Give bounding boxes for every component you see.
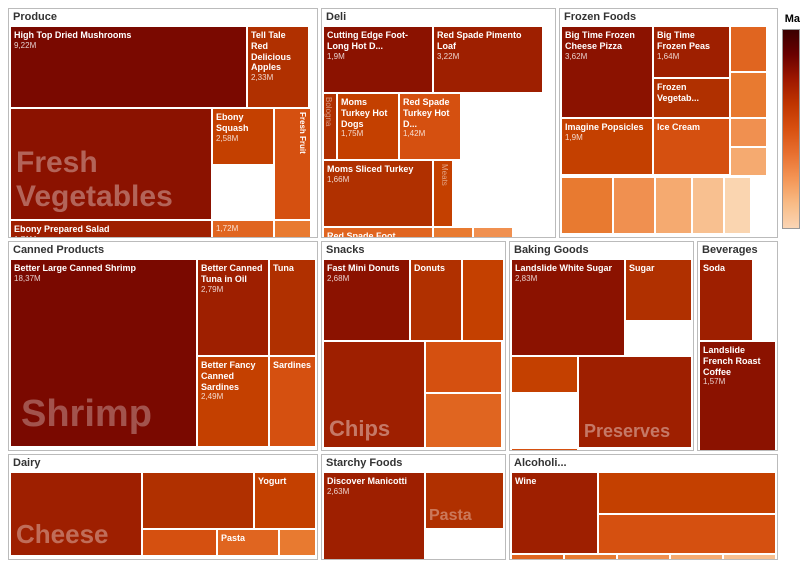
preserves-text: Preserves bbox=[584, 421, 670, 442]
tile-sardines-label[interactable]: Sardines bbox=[270, 357, 315, 446]
shrimp-text: Shrimp bbox=[21, 393, 152, 436]
tile-squash[interactable]: Ebony Squash 2,58M bbox=[213, 109, 273, 164]
section-snacks: Snacks Fast Mini Donuts 2,68M Donuts Chi… bbox=[321, 241, 506, 451]
dairy-title: Dairy bbox=[9, 455, 317, 471]
tile-meats[interactable]: Meats bbox=[434, 161, 452, 226]
tile-frozen-peas[interactable]: Big Time Frozen Peas 1,64M bbox=[654, 27, 729, 77]
tile-frozen-s5[interactable] bbox=[725, 178, 750, 233]
tile-frozen-tiny1[interactable] bbox=[731, 119, 766, 146]
baking-title: Baking Goods bbox=[510, 242, 693, 258]
tile-produce-extra[interactable]: 1,72M bbox=[213, 221, 273, 238]
frozen-title: Frozen Foods bbox=[560, 9, 777, 25]
tile-alc-t1[interactable] bbox=[512, 555, 563, 560]
section-produce: Produce High Top Dried Mushrooms 9,22M T… bbox=[8, 8, 318, 238]
tile-coffee[interactable]: Landslide French Roast Coffee 1,57M bbox=[700, 342, 775, 451]
legend-title: Margin bbox=[785, 13, 800, 25]
cheese-text: Cheese bbox=[16, 519, 109, 550]
tile-alc-s1[interactable] bbox=[599, 473, 775, 513]
section-baking: Baking Goods Landslide White Sugar 2,83M… bbox=[509, 241, 694, 451]
tile-starchy-pasta[interactable]: Pasta bbox=[426, 473, 503, 528]
row-1: Produce High Top Dried Mushrooms 9,22M T… bbox=[8, 8, 778, 238]
tile-deli-small2[interactable] bbox=[474, 228, 512, 238]
beverages-title: Beverages bbox=[698, 242, 777, 258]
tile-tuna-oil[interactable]: Better Canned Tuna in Oil 2,79M bbox=[198, 260, 268, 355]
section-canned: Canned Products Better Large Canned Shri… bbox=[8, 241, 318, 451]
tile-mushrooms[interactable]: High Top Dried Mushrooms 9,22M bbox=[11, 27, 246, 107]
tile-sliced-turkey[interactable]: Moms Sliced Turkey 1,66M bbox=[324, 161, 432, 226]
legend-gradient-bar bbox=[782, 29, 800, 229]
tile-alc-t4[interactable] bbox=[671, 555, 722, 560]
tile-frozen-veg[interactable]: Frozen Vegetab... bbox=[654, 79, 729, 117]
tile-alc-t5[interactable] bbox=[724, 555, 775, 560]
tile-frozen-s2[interactable] bbox=[614, 178, 654, 233]
fresh-vegetables-text: Fresh Vegetables bbox=[16, 146, 211, 214]
tile-popsicles[interactable]: Imagine Popsicles 1,9M bbox=[562, 119, 652, 174]
tile-redspade-foot[interactable]: Red Spade Foot... 1,35M bbox=[324, 228, 432, 238]
tile-produce-small[interactable] bbox=[275, 221, 310, 238]
section-dairy: Dairy Cheese Yogurt bbox=[8, 454, 318, 560]
section-beverages: Beverages Soda Landslide French Roast Co… bbox=[697, 241, 778, 451]
tile-snacks-small[interactable] bbox=[463, 260, 503, 340]
chart-area: Produce High Top Dried Mushrooms 9,22M T… bbox=[8, 8, 778, 560]
tile-cheese[interactable]: Cheese bbox=[11, 473, 141, 555]
tile-prepared-salad[interactable]: Ebony Prepared Salad 1,71M bbox=[11, 221, 211, 238]
tile-dairy-pasta[interactable]: Pasta bbox=[218, 530, 278, 555]
section-alcoholic: Alcoholi... Wine bbox=[509, 454, 778, 560]
tile-shrimp[interactable]: Better Large Canned Shrimp 18,37M Shrimp bbox=[11, 260, 196, 446]
tile-soda[interactable]: Soda bbox=[700, 260, 752, 340]
tile-mini-donuts[interactable]: Fast Mini Donuts 2,68M bbox=[324, 260, 409, 340]
tile-frozen-s1[interactable] bbox=[562, 178, 612, 233]
tile-snacks-s2[interactable] bbox=[426, 394, 501, 447]
tile-dairy-s3[interactable] bbox=[280, 530, 315, 555]
canned-title: Canned Products bbox=[9, 242, 317, 258]
legend: Margin 1 -0,69 bbox=[782, 8, 800, 560]
tile-snacks-s1[interactable] bbox=[426, 342, 501, 392]
chips-text: Chips bbox=[329, 416, 390, 442]
section-frozen: Frozen Foods Big Time Frozen Cheese Pizz… bbox=[559, 8, 778, 238]
tile-preserves[interactable]: Preserves bbox=[579, 357, 691, 447]
tile-sugar-label[interactable]: Sugar bbox=[626, 260, 691, 320]
tile-dairy-s1[interactable] bbox=[143, 473, 253, 528]
tile-deli-small1[interactable] bbox=[434, 228, 472, 238]
tile-tuna[interactable]: Tuna bbox=[270, 260, 315, 355]
tile-yogurt[interactable]: Yogurt bbox=[255, 473, 315, 528]
tile-frozen-tiny2[interactable] bbox=[731, 148, 766, 175]
tile-frozen-small2[interactable] bbox=[731, 73, 766, 117]
tile-apples[interactable]: Tell Tale Red Delicious Apples 2,33M bbox=[248, 27, 308, 107]
tile-hotdog[interactable]: Cutting Edge Foot-Long Hot D... 1,9M bbox=[324, 27, 432, 92]
snacks-title: Snacks bbox=[322, 242, 505, 258]
tile-red-spade-turkey[interactable]: Red Spade Turkey Hot D... 1,42M bbox=[400, 94, 460, 159]
tile-alc-t2[interactable] bbox=[565, 555, 616, 560]
tile-frozen-s4[interactable] bbox=[693, 178, 723, 233]
produce-title: Produce bbox=[9, 9, 317, 25]
deli-title: Deli bbox=[322, 9, 555, 25]
row-2: Canned Products Better Large Canned Shri… bbox=[8, 241, 778, 451]
section-starchy: Starchy Foods Discover Manicotti 2,63M P… bbox=[321, 454, 506, 560]
tile-ice-cream[interactable]: Ice Cream bbox=[654, 119, 729, 174]
tile-cheese-pizza[interactable]: Big Time Frozen Cheese Pizza 3,62M bbox=[562, 27, 652, 117]
tile-baking-s1[interactable] bbox=[512, 449, 577, 451]
main-container: Produce High Top Dried Mushrooms 9,22M T… bbox=[0, 0, 800, 568]
tile-frozen-small1[interactable] bbox=[731, 27, 766, 71]
tile-manicotti[interactable]: Discover Manicotti 2,63M bbox=[324, 473, 424, 560]
tile-white-sugar[interactable]: Landslide White Sugar 2,83M bbox=[512, 260, 624, 355]
section-deli: Deli Cutting Edge Foot-Long Hot D... 1,9… bbox=[321, 8, 556, 238]
tile-dairy-s2[interactable] bbox=[143, 530, 216, 555]
tile-donuts-label[interactable]: Donuts bbox=[411, 260, 461, 340]
tile-sardines[interactable]: Better Fancy Canned Sardines 2,49M bbox=[198, 357, 268, 446]
row-3: Dairy Cheese Yogurt bbox=[8, 454, 778, 560]
tile-alc-s2[interactable] bbox=[599, 515, 775, 553]
starchy-title: Starchy Foods bbox=[322, 455, 505, 471]
tile-pimento[interactable]: Red Spade Pimento Loaf 3,22M bbox=[434, 27, 542, 92]
tile-baking-small1[interactable] bbox=[512, 357, 577, 392]
tile-turkey-dogs[interactable]: Moms Turkey Hot Dogs 1,75M bbox=[338, 94, 398, 159]
tile-frozen-s3[interactable] bbox=[656, 178, 691, 233]
tile-fresh-vegetables[interactable]: Fresh Vegetables bbox=[11, 109, 211, 219]
tile-fresh-fruit[interactable]: Fresh Fruit bbox=[275, 109, 310, 219]
tile-wine[interactable]: Wine bbox=[512, 473, 597, 553]
tile-alc-t3[interactable] bbox=[618, 555, 669, 560]
tile-bologna[interactable]: Bologna bbox=[324, 94, 336, 159]
tile-chips[interactable]: Chips bbox=[324, 342, 424, 447]
alcoholic-title: Alcoholi... bbox=[510, 455, 777, 471]
